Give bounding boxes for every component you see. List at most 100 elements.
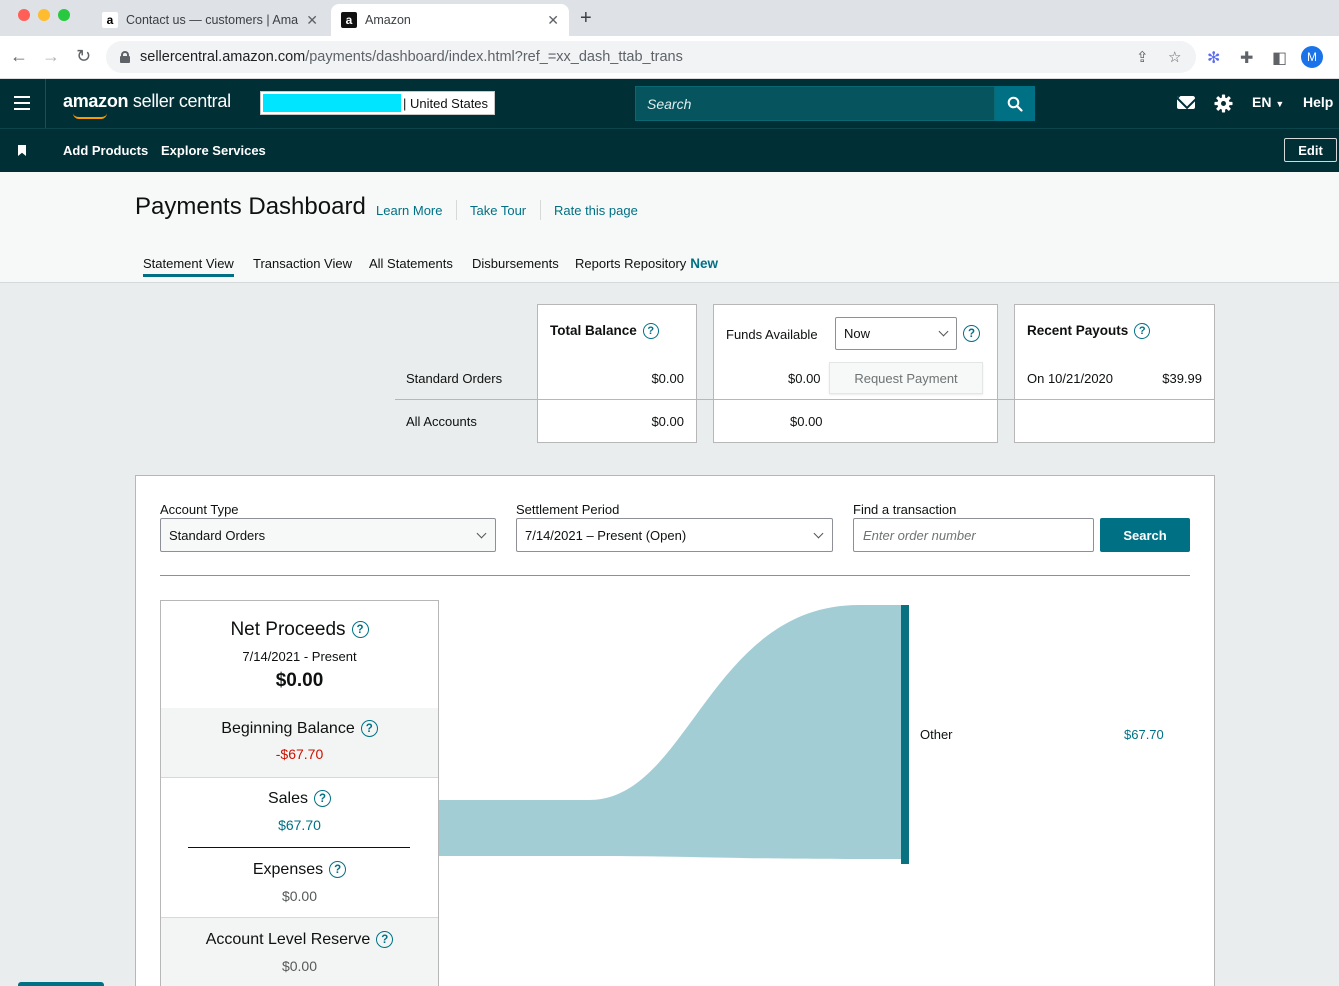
help-question-icon[interactable]: ? (351, 621, 369, 639)
sales-flow-diagram (439, 605, 909, 864)
extensions-puzzle-icon[interactable]: ✚ (1240, 48, 1253, 68)
seller-nav-bar: Add Products Explore Services Edit (0, 128, 1339, 172)
close-window-icon[interactable] (18, 9, 30, 21)
account-type-label: Account Type (160, 502, 239, 517)
account-region: | United States (403, 95, 489, 111)
caret-down-icon: ▼ (1275, 99, 1285, 109)
net-proceeds-title: Net Proceeds? (161, 619, 438, 641)
reload-icon[interactable]: ↻ (76, 46, 91, 67)
link-separator (540, 200, 541, 220)
new-tab-icon[interactable]: + (580, 7, 592, 30)
recent-payouts-title: Recent Payouts? (1027, 323, 1151, 340)
profile-avatar[interactable]: M (1301, 46, 1323, 68)
settlement-period-value: 7/14/2021 – Present (Open) (525, 527, 687, 543)
maximize-window-icon[interactable] (58, 9, 70, 21)
side-panel-icon[interactable]: ◧ (1272, 48, 1287, 68)
address-bar[interactable]: sellercentral.amazon.com/payments/dashbo… (106, 41, 1196, 73)
find-transaction-search-button[interactable]: Search (1100, 518, 1190, 552)
total-balance-title-text: Total Balance (550, 323, 637, 338)
take-tour-link[interactable]: Take Tour (470, 203, 526, 218)
tab-all-statements[interactable]: All Statements (369, 256, 453, 271)
search-icon (1007, 96, 1023, 112)
account-reserve-amount: $0.00 (281, 958, 318, 974)
chevron-down-icon (476, 528, 487, 539)
browser-toolbar: ← → ↻ sellercentral.amazon.com/payments/… (0, 36, 1339, 79)
account-type-select[interactable]: Standard Orders (160, 518, 496, 552)
nav-explore-services[interactable]: Explore Services (161, 143, 266, 158)
url-host: sellercentral.amazon.com (140, 49, 306, 65)
sales-title: Sales? (161, 790, 438, 808)
url-path: /payments/dashboard/index.html?ref_=xx_d… (305, 49, 683, 65)
help-question-icon[interactable]: ? (360, 720, 378, 738)
order-number-input[interactable]: Enter order number (853, 518, 1094, 552)
tab-title: Amazon (365, 13, 411, 27)
tab-statement-view[interactable]: Statement View (143, 256, 234, 277)
help-question-icon[interactable]: ? (963, 325, 980, 342)
tab-transaction-view[interactable]: Transaction View (253, 256, 352, 271)
account-reserve-title-text: Account Level Reserve (205, 931, 371, 948)
total-balance-title: Total Balance? (550, 323, 659, 340)
funds-period-value: Now (844, 326, 871, 341)
settlement-period-label: Settlement Period (516, 502, 620, 517)
mail-icon[interactable] (1177, 96, 1195, 109)
funds-available-title: Funds Available (726, 327, 818, 342)
expenses-title: Expenses? (161, 861, 438, 879)
sales-expenses-divider (188, 847, 410, 848)
account-reserve-title: Account Level Reserve? (161, 931, 438, 949)
close-tab-icon[interactable]: ✕ (547, 12, 559, 29)
browser-tab-amazon[interactable]: a Amazon ✕ (331, 4, 569, 36)
language-selector[interactable]: EN ▼ (1252, 94, 1284, 110)
recent-payouts-title-text: Recent Payouts (1027, 323, 1129, 338)
header-divider (45, 79, 46, 128)
gear-icon[interactable] (1214, 94, 1233, 113)
menu-icon[interactable] (14, 96, 30, 110)
sales-block: Sales? $67.70 (161, 790, 438, 850)
header-search-input[interactable]: Search (635, 86, 995, 121)
help-question-icon[interactable]: ? (376, 931, 394, 949)
sales-title-text: Sales (267, 790, 309, 807)
share-icon[interactable]: ⇪ (1136, 48, 1149, 66)
net-proceeds-amount: $0.00 (275, 670, 324, 691)
nav-add-products[interactable]: Add Products (63, 143, 148, 158)
help-question-icon[interactable]: ? (314, 790, 332, 808)
browser-tab-contact[interactable]: a Contact us — customers | Ama ✕ (92, 4, 328, 36)
total-balance-standard: $0.00 (651, 371, 684, 386)
net-proceeds-panel: Net Proceeds? 7/14/2021 - Present $0.00 … (160, 600, 439, 986)
seller-central-header: amazon seller central | United States Se… (0, 79, 1339, 128)
tab-reports-repository[interactable]: Reports Repository New (575, 256, 718, 271)
flow-node-other (901, 605, 909, 864)
seller-central-logo[interactable]: amazon seller central (63, 91, 231, 119)
edit-nav-button[interactable]: Edit (1284, 138, 1337, 162)
header-search-button[interactable] (995, 86, 1035, 121)
beginning-balance-block: Beginning Balance? -$67.70 (161, 708, 438, 777)
amazon-smile-icon (73, 113, 107, 119)
learn-more-link[interactable]: Learn More (376, 203, 442, 218)
tab-disbursements[interactable]: Disbursements (472, 256, 559, 271)
bottom-scroll-indicator (18, 982, 104, 986)
rate-page-link[interactable]: Rate this page (554, 203, 638, 218)
recent-payouts-card: Recent Payouts? On 10/21/2020 $39.99 (1014, 304, 1215, 443)
net-proceeds-block: Net Proceeds? 7/14/2021 - Present $0.00 (161, 619, 438, 707)
expenses-title-text: Expenses (252, 861, 324, 878)
forward-icon[interactable]: → (42, 46, 60, 67)
find-transaction-label: Find a transaction (853, 502, 957, 517)
help-question-icon[interactable]: ? (642, 323, 659, 340)
minimize-window-icon[interactable] (38, 9, 50, 21)
funds-available-all: $0.00 (790, 414, 823, 429)
request-payment-button[interactable]: Request Payment (829, 362, 983, 394)
help-link[interactable]: Help (1303, 94, 1333, 110)
help-question-icon[interactable]: ? (1134, 323, 1151, 340)
close-tab-icon[interactable]: ✕ (306, 12, 318, 29)
account-switcher[interactable]: | United States (260, 91, 495, 115)
language-label: EN (1252, 94, 1272, 110)
funds-period-select[interactable]: Now (835, 317, 957, 350)
beginning-balance-amount: -$67.70 (275, 746, 324, 762)
back-icon[interactable]: ← (10, 46, 28, 67)
expenses-amount: $0.00 (281, 888, 318, 904)
bookmark-icon[interactable] (18, 145, 26, 156)
link-separator (456, 200, 457, 220)
extension-flower-icon[interactable]: ✻ (1207, 48, 1220, 68)
settlement-period-select[interactable]: 7/14/2021 – Present (Open) (516, 518, 833, 552)
bookmark-star-icon[interactable]: ☆ (1168, 48, 1181, 66)
help-question-icon[interactable]: ? (329, 861, 347, 879)
